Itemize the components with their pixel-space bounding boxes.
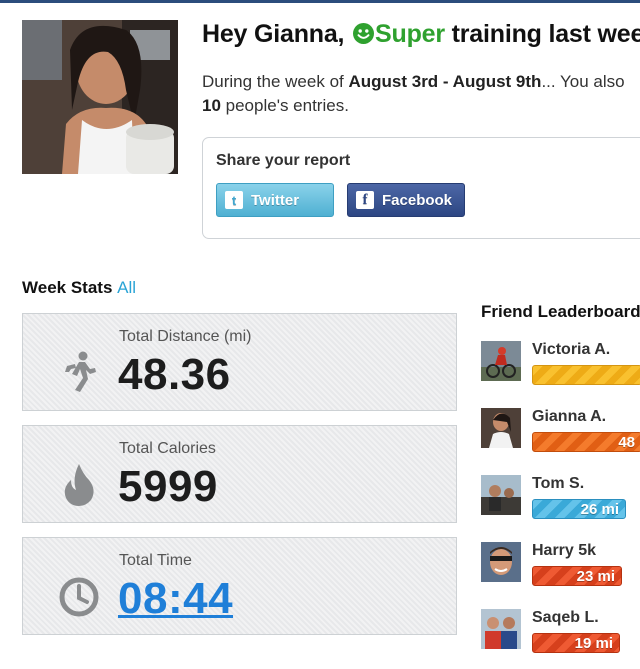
stat-value-calories: 5999 <box>118 462 218 511</box>
friend-name: Saqeb L. <box>532 609 599 626</box>
summary-count: 10 <box>202 96 221 115</box>
profile-photo <box>22 20 178 174</box>
week-summary: During the week of August 3rd - August 9… <box>202 70 640 118</box>
stat-label-time: Total Time <box>119 552 192 569</box>
friend-name: Gianna A. <box>532 408 607 425</box>
greeting-rating: Super <box>375 20 445 48</box>
flame-icon <box>59 462 99 506</box>
facebook-share-button[interactable]: f Facebook <box>347 183 465 217</box>
friend-distance-bar <box>532 365 640 385</box>
friend-avatar <box>481 475 521 515</box>
greeting-heading: Hey Gianna, Super training last week <box>202 20 640 54</box>
friend-name: Victoria A. <box>532 341 611 358</box>
summary-prefix: During the week of <box>202 72 349 91</box>
stat-card-calories: Total Calories 5999 <box>22 425 457 523</box>
week-stats-all-link[interactable]: All <box>117 278 136 297</box>
friend-distance-bar: 19 mi <box>532 633 620 653</box>
twitter-label: Twitter <box>251 191 300 209</box>
leaderboard-row[interactable]: Tom S. 26 mi <box>481 475 640 535</box>
smiley-icon <box>353 23 375 44</box>
week-stats-heading: Week Stats All <box>22 278 136 298</box>
clock-icon <box>59 574 99 618</box>
top-border <box>0 0 640 3</box>
greeting-prefix: Hey Gianna, <box>202 20 345 48</box>
stat-card-time: Total Time 08:44 <box>22 537 457 635</box>
leaderboard-row[interactable]: Saqeb L. 19 mi <box>481 609 640 669</box>
friend-distance-bar: 26 mi <box>532 499 626 519</box>
leaderboard-row[interactable]: Victoria A. <box>481 341 640 401</box>
share-title: Share your report <box>216 152 351 169</box>
share-report-panel: Share your report t Twitter f Facebook <box>202 137 640 239</box>
friend-avatar <box>481 341 521 381</box>
leaderboard-row[interactable]: Gianna A. 48 <box>481 408 640 468</box>
stat-card-distance: Total Distance (mi) 48.36 <box>22 313 457 411</box>
summary-dates: August 3rd - August 9th <box>348 72 542 91</box>
summary-suffix: ... You also <box>541 72 625 91</box>
stat-label-distance: Total Distance (mi) <box>119 328 252 345</box>
facebook-icon: f <box>356 191 374 209</box>
stat-label-calories: Total Calories <box>119 440 216 457</box>
friend-name: Tom S. <box>532 475 585 492</box>
summary-line-2: 10 people's entries. <box>202 94 640 118</box>
facebook-label: Facebook <box>382 191 453 209</box>
leaderboard-heading: Friend Leaderboard <box>481 302 640 321</box>
greeting-suffix: training last week <box>451 20 640 48</box>
friend-avatar <box>481 609 521 649</box>
summary-line-1: During the week of August 3rd - August 9… <box>202 70 640 94</box>
leaderboard-row[interactable]: Harry 5k 23 mi <box>481 542 640 602</box>
twitter-share-button[interactable]: t Twitter <box>216 183 334 217</box>
friend-name: Harry 5k <box>532 542 597 559</box>
twitter-icon: t <box>225 191 243 209</box>
friend-distance-bar: 23 mi <box>532 566 622 586</box>
stat-value-distance: 48.36 <box>118 350 231 399</box>
friend-avatar <box>481 542 521 582</box>
friend-avatar <box>481 408 521 448</box>
stat-value-time-link[interactable]: 08:44 <box>118 574 233 624</box>
runner-icon <box>59 350 99 394</box>
summary-line2-suffix: people's entries. <box>220 96 349 115</box>
friend-distance-bar: 48 <box>532 432 640 452</box>
week-stats-title: Week Stats <box>22 278 113 297</box>
